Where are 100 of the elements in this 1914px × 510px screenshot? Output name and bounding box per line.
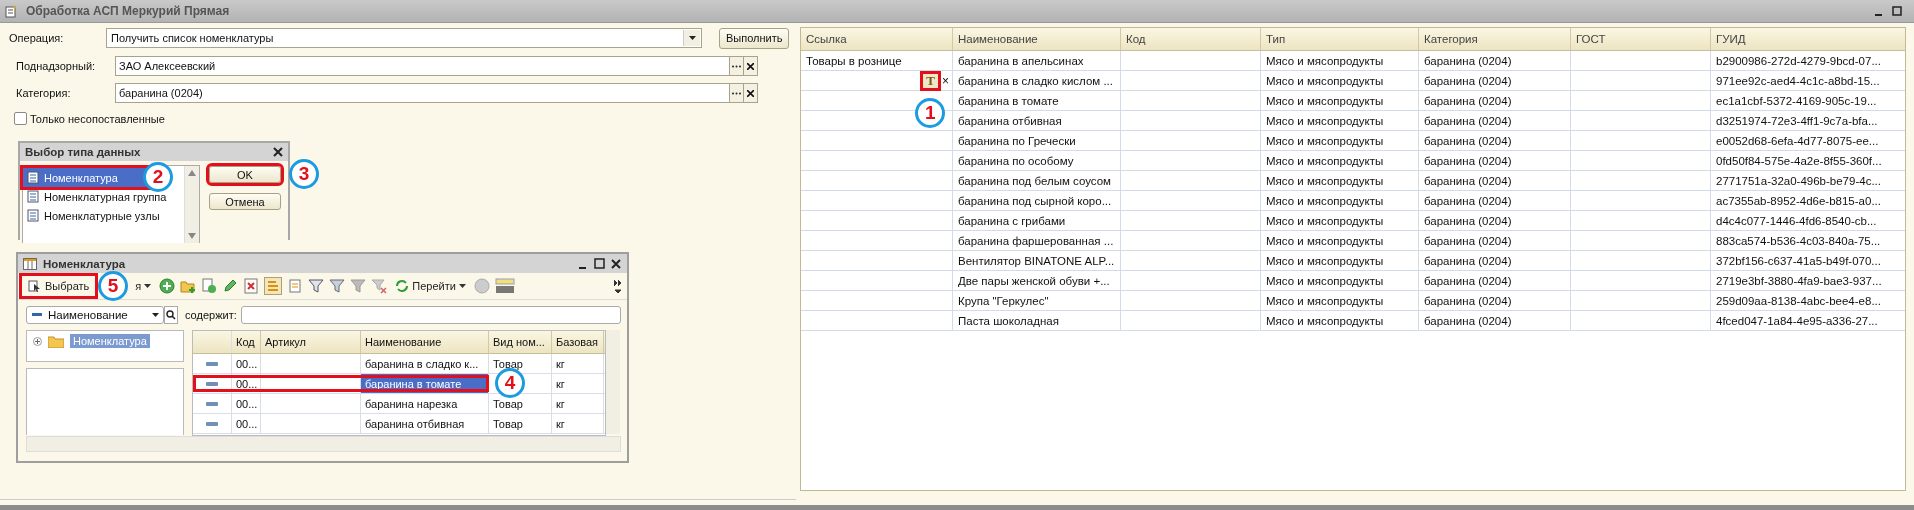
table-cell: баранина (0204) [1419, 171, 1571, 190]
dialog-button[interactable]: Отмена [209, 193, 281, 210]
dialog-button[interactable]: OK [209, 166, 281, 183]
run-button[interactable]: Выполнить [719, 27, 790, 49]
table-cell: кг [552, 414, 604, 433]
add-icon[interactable] [159, 278, 176, 294]
barcode-icon[interactable] [494, 278, 515, 294]
table-cell: Крупа "Геркулес" [953, 291, 1121, 310]
document-icon [4, 4, 18, 18]
pencil-icon[interactable] [222, 278, 239, 294]
column-header[interactable]: Базовая [552, 331, 604, 353]
catalog-icon [27, 190, 39, 203]
callout-badge: 3 [289, 159, 319, 189]
column-header[interactable]: Код [1121, 28, 1261, 50]
callout-badge: 1 [915, 97, 946, 128]
window-title: Номенклатура [43, 257, 126, 270]
column-header[interactable]: Тип [1261, 28, 1419, 50]
table-cell: Мясо и мясопродукты [1261, 111, 1419, 130]
column-header[interactable]: Наименование [361, 331, 489, 353]
pointer-icon [28, 279, 42, 293]
table-cell: баранина (0204) [1419, 291, 1571, 310]
folder-icon [48, 334, 64, 348]
search-field[interactable] [240, 306, 621, 324]
delete-icon[interactable] [243, 278, 260, 294]
table-cell: Мясо и мясопродукты [1261, 71, 1419, 90]
table-cell: баранина отбивная [953, 111, 1121, 130]
field-label: Операция: [9, 32, 65, 44]
list-item[interactable]: Номенклатура [23, 168, 150, 187]
clear-button[interactable] [744, 56, 758, 76]
table-cell: 0fd50f84-575e-4a2e-8f55-360f... [1711, 151, 1905, 170]
table-cell: баранина (0204) [1419, 311, 1571, 330]
caret-icon [458, 284, 466, 288]
scrollbar[interactable] [184, 166, 199, 243]
caret-icon [144, 284, 152, 288]
close-icon[interactable] [273, 147, 283, 157]
expand-icon[interactable] [33, 336, 42, 346]
table-cell: Мясо и мясопродукты [1261, 211, 1419, 230]
filter-icon[interactable] [308, 278, 325, 294]
table-cell: d4c4c077-1446-4fd6-8540-cb... [1711, 211, 1905, 230]
table-cell: баранина в апельсинах [953, 51, 1121, 70]
checkbox-label: Только несопоставленные [30, 112, 165, 125]
column-header[interactable]: Ссылка [801, 28, 953, 50]
table-cell: Товары в рознице [801, 51, 953, 70]
clear-button[interactable]: × [940, 73, 951, 88]
actions-menu[interactable]: я [132, 278, 155, 294]
table-cell: Товар [489, 394, 552, 413]
table-cell: Мясо и мясопродукты [1261, 311, 1419, 330]
go-menu[interactable]: Перейти [392, 277, 469, 295]
input-field[interactable]: баранина (0204) [115, 83, 730, 103]
list-item[interactable]: Номенклатурные узлы [23, 206, 184, 225]
search-button[interactable] [164, 306, 178, 324]
column-header[interactable]: ГУИД [1711, 28, 1905, 50]
operation-combo[interactable]: Получить список номенклатуры [106, 28, 702, 48]
select-button[interactable]: Выбрать [22, 276, 96, 296]
maximize-icon[interactable] [1892, 6, 1902, 16]
column-header[interactable]: Категория [1419, 28, 1571, 50]
filter-icon[interactable] [350, 278, 367, 294]
clear-button[interactable] [744, 83, 758, 103]
table-cell: Две пары женской обуви +... [953, 271, 1121, 290]
callout-badge: 5 [98, 271, 128, 301]
table-cell[interactable]: баранина в сладко к... [361, 354, 489, 373]
column-header[interactable]: ГОСТ [1571, 28, 1711, 50]
checkbox[interactable] [14, 112, 27, 125]
table-cell: баранина (0204) [1419, 211, 1571, 230]
folder-add-icon[interactable] [180, 278, 197, 294]
catalog-icon [27, 209, 39, 222]
table-cell[interactable]: баранина нарезка [361, 394, 489, 413]
column-header[interactable]: Наименование [953, 28, 1121, 50]
dropdown-button[interactable] [683, 30, 700, 46]
more-icon[interactable] [613, 278, 623, 294]
table-cell: баранина (0204) [1419, 71, 1571, 90]
down-arrow-icon[interactable] [188, 233, 196, 239]
table-cell: b2900986-272d-4279-9bcd-07... [1711, 51, 1905, 70]
scrollbar[interactable] [26, 436, 621, 452]
input-field[interactable]: ЗАО Алексеевский [115, 56, 730, 76]
column-header[interactable]: Вид ном... [489, 331, 552, 353]
table-cell: баранина по Гречески [953, 131, 1121, 150]
type-button[interactable]: T [923, 73, 938, 88]
search-field-select[interactable]: Наименование [26, 306, 164, 324]
scrollbar[interactable] [606, 330, 620, 434]
table-cell: кг [552, 354, 604, 373]
close-icon[interactable] [611, 258, 621, 269]
maximize-icon[interactable] [594, 258, 605, 269]
column-header[interactable]: Код [232, 331, 261, 353]
table-cell: баранина с грибами [953, 211, 1121, 230]
item-icon [206, 361, 218, 366]
table-cell: баранина в сладко кислом ... [953, 71, 1121, 90]
table-cell[interactable]: баранина отбивная [361, 414, 489, 433]
copy-icon[interactable] [201, 278, 218, 294]
hierarchy-icon[interactable] [264, 277, 283, 295]
up-arrow-icon[interactable] [188, 170, 196, 176]
table-cell: баранина под белым соусом [953, 171, 1121, 190]
dialog-title: Выбор типа данных [25, 146, 141, 158]
table-cell: 00... [232, 414, 261, 433]
table-cell: 372bf156-c637-41a5-b49f-070... [1711, 251, 1905, 270]
column-header[interactable]: Артикул [261, 331, 361, 353]
table-cell: Мясо и мясопродукты [1261, 271, 1419, 290]
table-cell: Вентилятор BINATONE ALP... [953, 251, 1121, 270]
filter-icon[interactable] [329, 278, 346, 294]
filter-clear-icon[interactable] [371, 278, 388, 294]
